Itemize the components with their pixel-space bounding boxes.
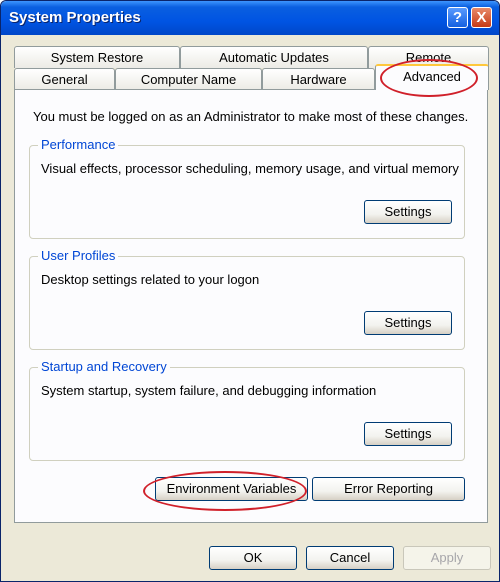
tab-hardware[interactable]: Hardware [262,68,375,90]
error-reporting-button[interactable]: Error Reporting [312,477,465,501]
performance-group: Performance Visual effects, processor sc… [29,137,465,239]
user-profiles-group: User Profiles Desktop settings related t… [29,248,465,350]
startup-recovery-title: Startup and Recovery [38,359,170,374]
apply-button[interactable]: Apply [403,546,491,570]
cancel-button[interactable]: Cancel [306,546,394,570]
tab-system-restore[interactable]: System Restore [14,46,180,68]
startup-recovery-settings-button[interactable]: Settings [364,422,452,446]
advanced-tab-panel: You must be logged on as an Administrato… [14,89,488,523]
user-profiles-title: User Profiles [38,248,119,263]
startup-recovery-description: System startup, system failure, and debu… [41,383,377,398]
user-profiles-description: Desktop settings related to your logon [41,272,260,287]
startup-recovery-group: Startup and Recovery System startup, sys… [29,359,465,461]
tab-automatic-updates[interactable]: Automatic Updates [180,46,368,68]
window-title: System Properties [9,9,141,26]
help-icon[interactable]: ? [447,7,468,28]
ok-button[interactable]: OK [209,546,297,570]
performance-description: Visual effects, processor scheduling, me… [41,161,459,176]
tab-advanced[interactable]: Advanced [375,64,489,90]
performance-title: Performance [38,137,119,152]
tab-general[interactable]: General [14,68,115,90]
title-bar[interactable]: System Properties ? X [1,1,499,35]
user-profiles-settings-button[interactable]: Settings [364,311,452,335]
close-icon[interactable]: X [471,7,492,28]
system-properties-window: System Properties ? X System Restore Aut… [0,0,500,582]
tab-computer-name[interactable]: Computer Name [115,68,262,90]
environment-variables-button[interactable]: Environment Variables [155,477,308,501]
performance-settings-button[interactable]: Settings [364,200,452,224]
admin-note: You must be logged on as an Administrato… [33,109,469,124]
